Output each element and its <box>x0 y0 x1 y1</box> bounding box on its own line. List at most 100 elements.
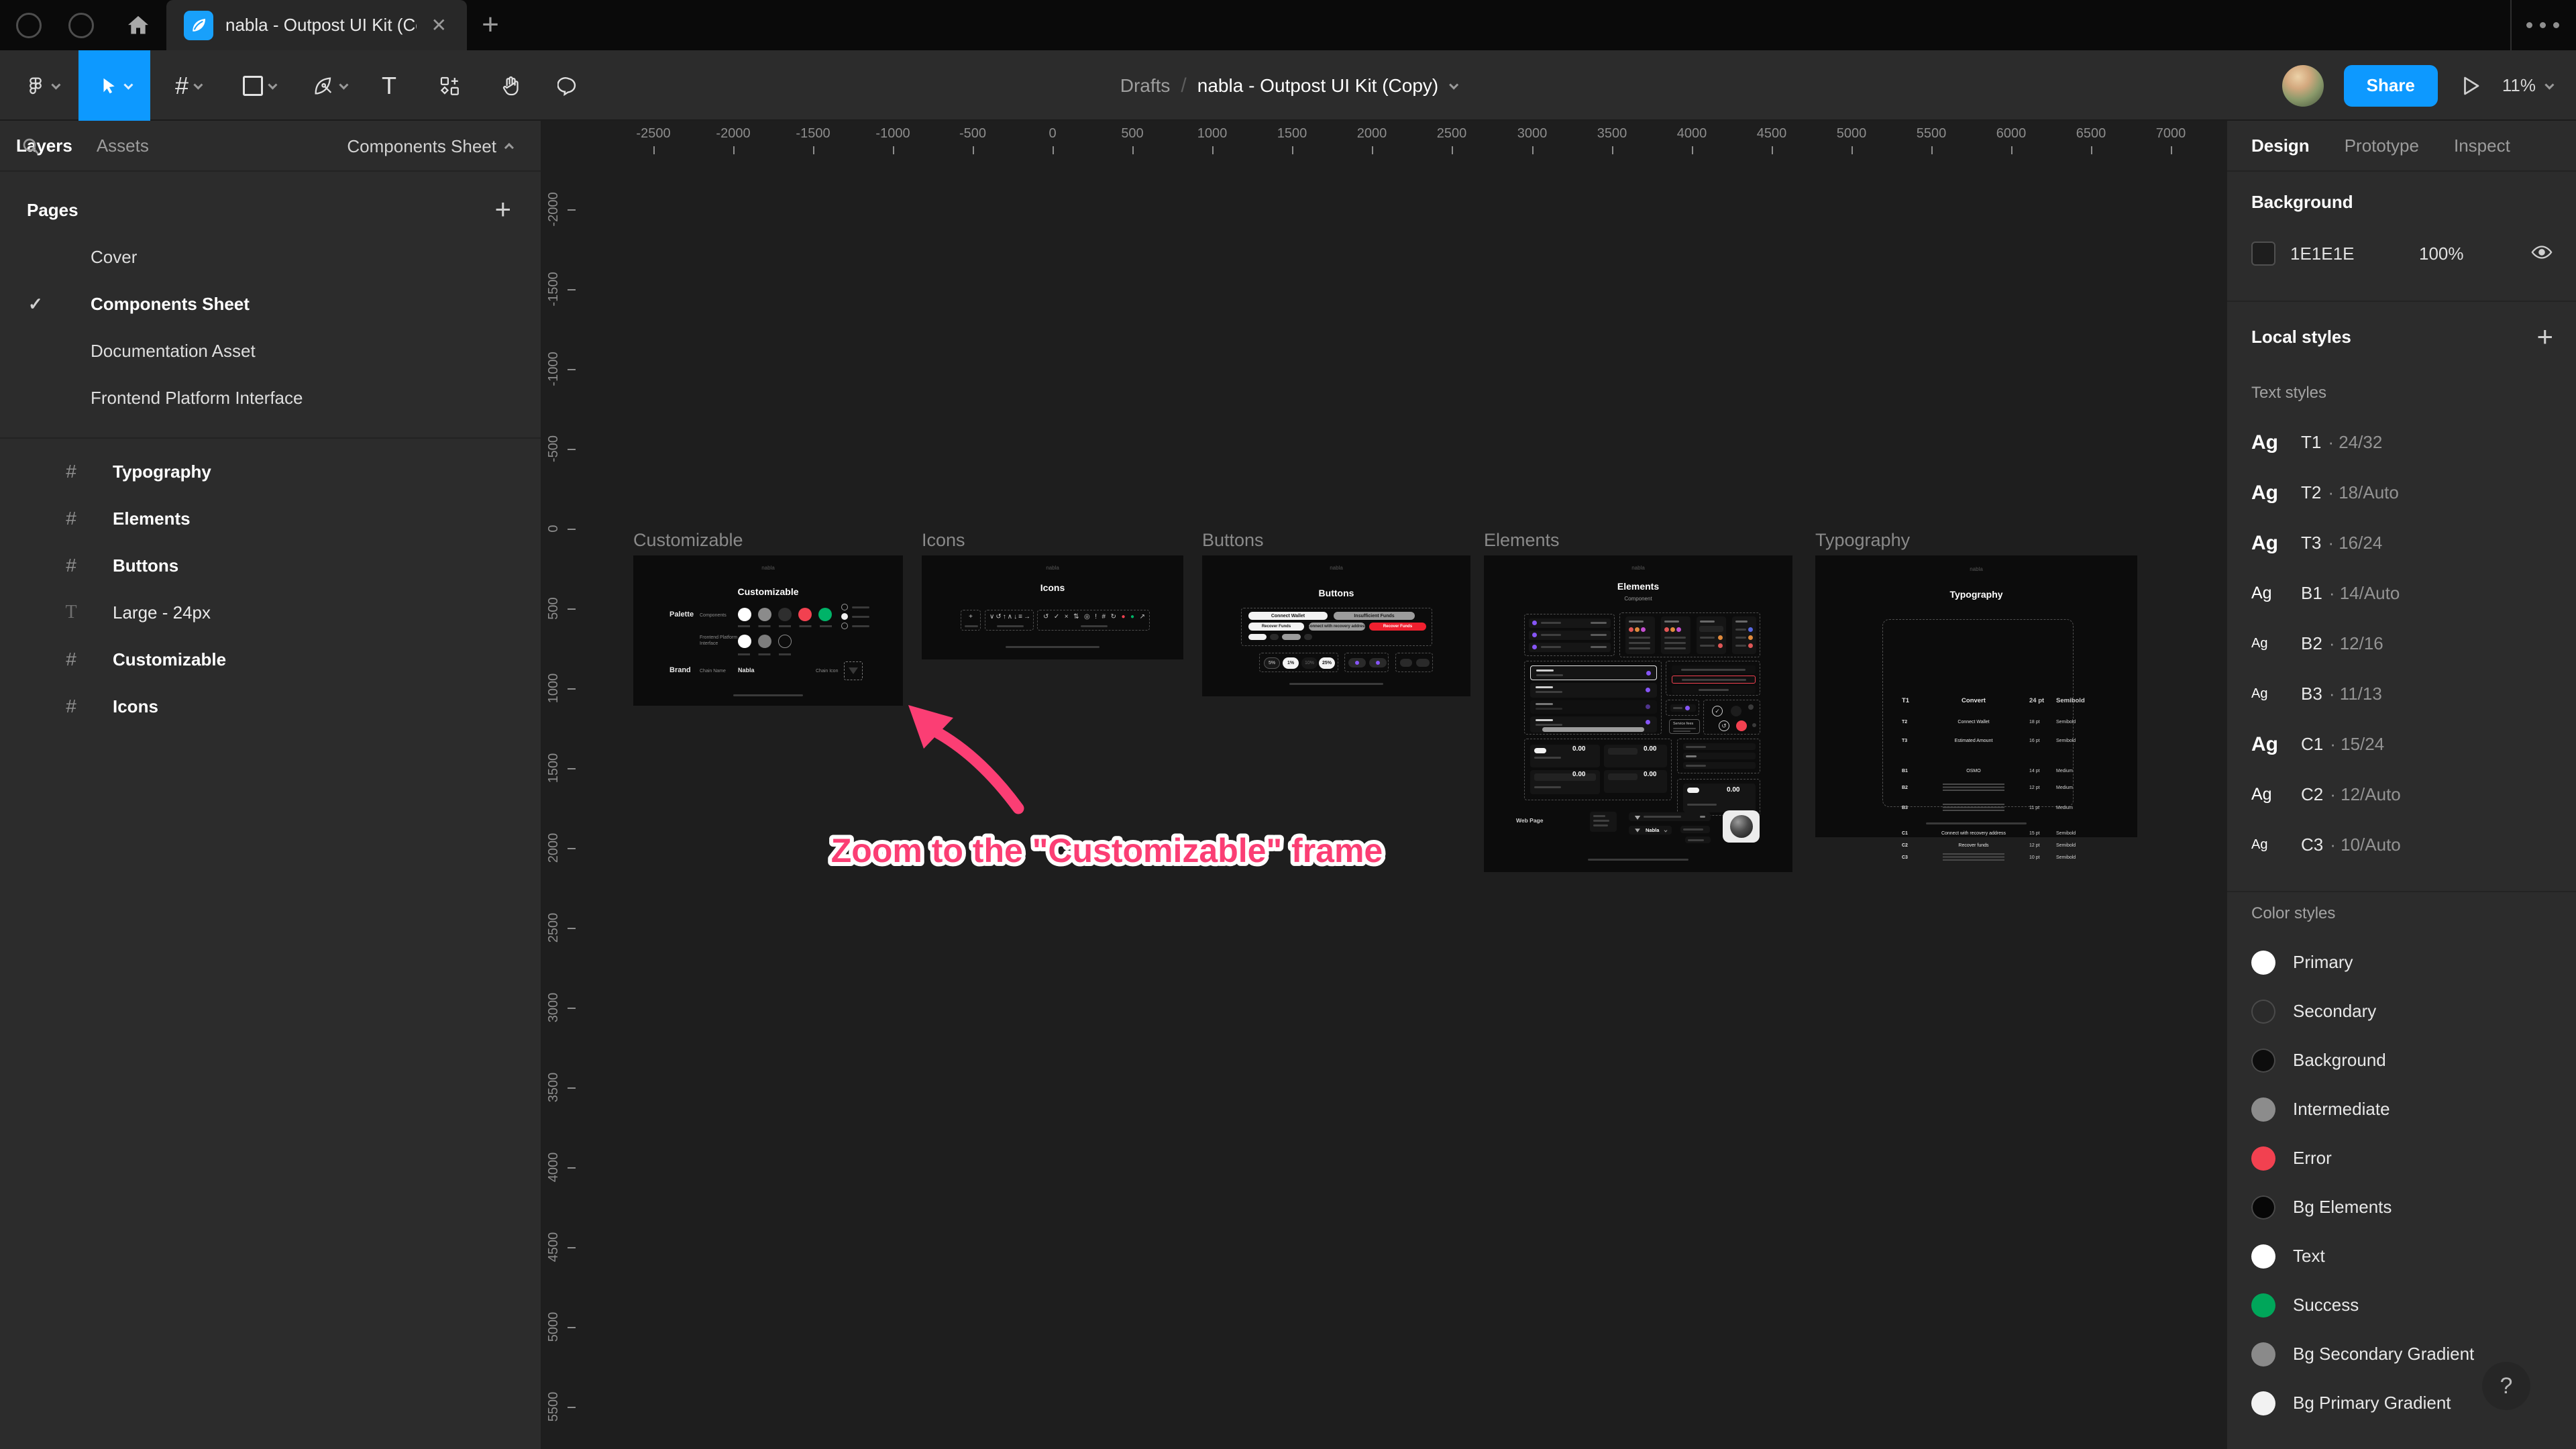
tab-close-icon[interactable]: ✕ <box>429 13 449 38</box>
text-style-row[interactable]: Ag C2 · 12/Auto <box>2227 769 2576 820</box>
page-selector[interactable]: Components Sheet <box>347 121 514 172</box>
ruler-tick-label: -2000 <box>716 126 750 142</box>
nav-forward-circle-icon[interactable] <box>68 13 94 38</box>
pen-icon <box>313 75 334 97</box>
present-play-icon[interactable] <box>2458 74 2482 98</box>
frame-title-icons[interactable]: Icons <box>922 530 965 550</box>
move-tool-button[interactable] <box>78 50 150 121</box>
page-row[interactable]: Cover <box>0 233 541 280</box>
group-caption-bar <box>1081 625 1108 627</box>
breadcrumb-folder[interactable]: Drafts <box>1120 75 1171 97</box>
active-file-tab[interactable]: nabla - Outpost UI Kit (Copy) ✕ <box>166 0 467 50</box>
layer-type-icon: # <box>58 649 85 670</box>
color-style-row[interactable]: Primary <box>2227 938 2576 987</box>
layer-name: Large - 24px <box>113 602 211 623</box>
color-style-row[interactable]: Intermediate <box>2227 1085 2576 1134</box>
resources-tool-button[interactable] <box>429 50 470 121</box>
canvas[interactable]: -2500 -2000 -1500 -1000 -500 0 500 <box>542 121 2226 1449</box>
text-style-row[interactable]: Ag T2 · 18/Auto <box>2227 468 2576 518</box>
text-style-row[interactable]: Ag T3 · 16/24 <box>2227 518 2576 568</box>
visibility-eye-icon[interactable] <box>2530 241 2553 267</box>
layer-row[interactable]: # Typography <box>0 448 541 495</box>
text-style-size: · 10/Auto <box>2330 835 2401 855</box>
frame-typography[interactable]: nabla Typography T1 Convert 24 pt Semibo… <box>1815 555 2137 837</box>
search-icon[interactable] <box>20 136 42 160</box>
pages-header: Pages <box>27 200 78 221</box>
text-style-row[interactable]: Ag C3 · 10/Auto <box>2227 820 2576 870</box>
text-style-row[interactable]: Ag B1 · 14/Auto <box>2227 568 2576 619</box>
background-hex-value[interactable]: 1E1E1E <box>2290 244 2377 264</box>
frame-title-buttons[interactable]: Buttons <box>1202 530 1264 550</box>
frame-elements[interactable]: nabla Elements Component <box>1484 555 1792 872</box>
frame-tool-button[interactable]: # <box>161 50 215 121</box>
palette-color-dot <box>778 635 792 648</box>
text-style-row[interactable]: Ag T1 · 24/32 <box>2227 417 2576 468</box>
tab-design[interactable]: Design <box>2251 136 2310 156</box>
text-style-row[interactable]: Ag C1 · 15/24 <box>2227 719 2576 769</box>
frame-title-elements[interactable]: Elements <box>1484 530 1560 550</box>
page-row[interactable]: Documentation Asset <box>0 327 541 374</box>
layer-row[interactable]: # Buttons <box>0 542 541 589</box>
layer-row[interactable]: # Elements <box>0 495 541 542</box>
user-avatar[interactable] <box>2282 65 2324 107</box>
page-row[interactable]: Frontend Platform Interface <box>0 374 541 421</box>
help-button[interactable]: ? <box>2482 1362 2530 1410</box>
home-button[interactable] <box>125 12 152 39</box>
tab-inspect[interactable]: Inspect <box>2454 136 2510 156</box>
shape-tool-button[interactable] <box>231 50 287 121</box>
type-weight: Medium <box>2056 786 2073 790</box>
ruler-tick-label: 2000 <box>1357 126 1387 142</box>
add-style-button[interactable]: + <box>2536 321 2553 353</box>
background-color-swatch[interactable] <box>2251 241 2275 266</box>
tab-assets[interactable]: Assets <box>97 136 149 156</box>
comment-tool-button[interactable] <box>549 50 589 121</box>
color-style-row[interactable]: Error <box>2227 1134 2576 1183</box>
zoom-menu[interactable]: 11% <box>2502 75 2552 96</box>
mini-icon-glyph: ↓ <box>1014 614 1017 621</box>
layer-row[interactable]: # Icons <box>0 683 541 730</box>
color-style-row[interactable]: Background <box>2227 1036 2576 1085</box>
color-style-name: Bg Elements <box>2293 1197 2392 1218</box>
text-tool-button[interactable]: T <box>370 50 408 121</box>
footer-text-bar <box>1588 859 1688 861</box>
frame-title-typography[interactable]: Typography <box>1815 530 1910 550</box>
ruler-tick-label: 0 <box>1049 126 1056 142</box>
pen-tool-button[interactable] <box>301 50 358 121</box>
ruler-tick-label: 4500 <box>546 1232 561 1263</box>
frame-icons[interactable]: nabla Icons + ∨↺↑∧↓≡→ ↺✓×⇅◎!#↻●●↗ <box>922 555 1183 659</box>
color-style-row[interactable]: Text <box>2227 1232 2576 1281</box>
main-menu-button[interactable] <box>12 50 71 121</box>
type-weight: Semibold <box>2056 697 2085 704</box>
background-color-row: 1E1E1E 100% <box>2251 239 2553 268</box>
background-opacity-value[interactable]: 100% <box>2419 244 2464 264</box>
frame-buttons[interactable]: nabla Buttons Connect WalletInsufficient… <box>1202 555 1470 696</box>
palette-legend <box>841 604 869 632</box>
window-overflow-menu-icon[interactable] <box>2526 22 2563 29</box>
legend-dot <box>841 604 848 610</box>
ruler-tick-label: -1000 <box>875 126 910 142</box>
tab-prototype[interactable]: Prototype <box>2345 136 2419 156</box>
new-tab-button[interactable]: + <box>474 8 507 42</box>
nav-back-circle-icon[interactable] <box>16 13 42 38</box>
layer-row[interactable]: # Customizable <box>0 636 541 683</box>
type-weight: Semibold <box>2056 831 2076 836</box>
color-style-row[interactable]: Success <box>2227 1281 2576 1330</box>
chevron-down-icon <box>51 80 60 89</box>
chain-name-label: Chain Name <box>700 668 726 674</box>
layer-row[interactable]: T Large - 24px <box>0 589 541 636</box>
text-style-row[interactable]: Ag B3 · 11/13 <box>2227 669 2576 719</box>
hand-tool-button[interactable] <box>491 50 531 121</box>
page-row[interactable]: ✓ Components Sheet <box>0 280 541 327</box>
chain-icon-label: Chain Icon <box>816 668 838 674</box>
ruler-tick-label: 4000 <box>546 1152 561 1183</box>
color-style-row[interactable]: Bg Elements <box>2227 1183 2576 1232</box>
add-page-button[interactable]: + <box>494 193 511 225</box>
text-style-row[interactable]: Ag B2 · 12/16 <box>2227 619 2576 669</box>
frame-customizable[interactable]: nabla Customizable Palette Components <box>633 555 903 706</box>
frame-title-customizable[interactable]: Customizable <box>633 530 743 550</box>
color-style-row[interactable]: Secondary <box>2227 987 2576 1036</box>
share-button[interactable]: Share <box>2344 65 2438 107</box>
breadcrumb-file-name[interactable]: nabla - Outpost UI Kit (Copy) <box>1197 75 1438 97</box>
type-size: 15 pt <box>2029 831 2040 836</box>
type-weight: Medium <box>2056 806 2073 810</box>
